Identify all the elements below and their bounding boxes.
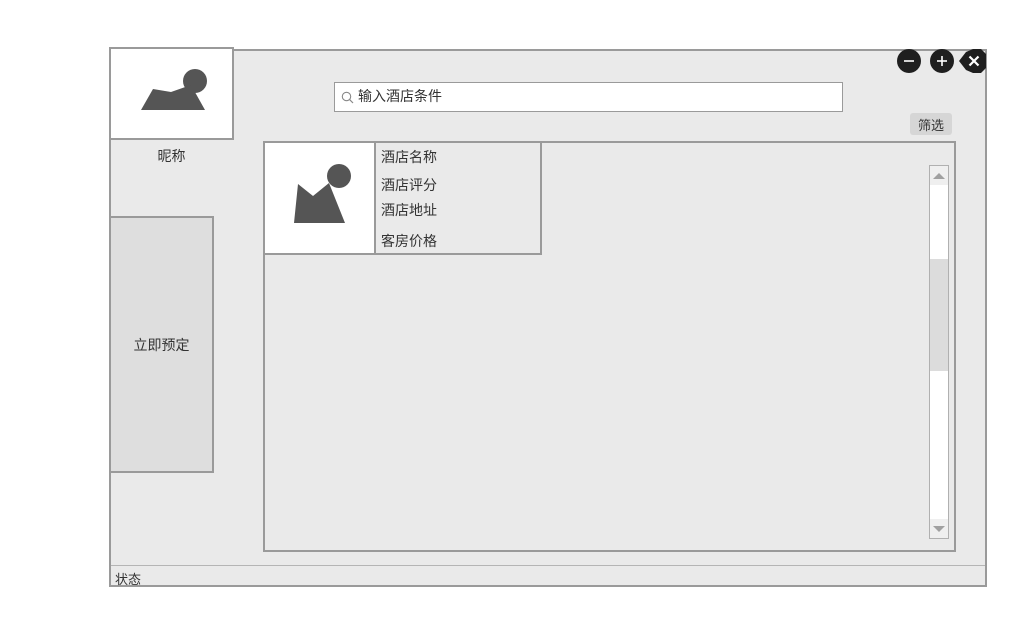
minus-icon (904, 60, 914, 62)
room-price: 客房价格 (381, 234, 437, 250)
close-icon (959, 49, 986, 73)
close-button[interactable] (959, 49, 986, 73)
avatar[interactable] (109, 47, 234, 140)
triangle-down-icon (933, 525, 945, 532)
hotel-info: 酒店名称 酒店评分 酒店地址 客房价格 (374, 141, 542, 255)
hotel-card[interactable]: 酒店名称 酒店评分 酒店地址 客房价格 (263, 141, 542, 255)
book-now-button[interactable]: 立即预定 (109, 216, 214, 473)
search-icon (341, 91, 354, 103)
image-placeholder-icon (141, 69, 207, 110)
status-text: 状态 (115, 573, 142, 588)
list-scrollbar[interactable] (929, 165, 949, 539)
plus-icon (937, 56, 947, 66)
scroll-thumb[interactable] (930, 259, 948, 371)
nickname-label: 昵称 (157, 149, 186, 165)
maximize-button[interactable] (930, 49, 954, 73)
hotel-address: 酒店地址 (381, 203, 437, 219)
search-input[interactable] (354, 89, 818, 105)
hotel-rating: 酒店评分 (381, 178, 437, 194)
image-placeholder-icon (294, 164, 351, 223)
scroll-down-button[interactable] (930, 519, 948, 538)
minimize-button[interactable] (897, 49, 921, 73)
status-divider (111, 565, 985, 566)
filter-button[interactable]: 筛选 (910, 113, 952, 135)
scroll-up-button[interactable] (930, 166, 948, 185)
search-box[interactable] (334, 82, 843, 112)
hotel-image (263, 141, 376, 255)
triangle-up-icon (933, 172, 945, 179)
hotel-name: 酒店名称 (381, 150, 437, 166)
